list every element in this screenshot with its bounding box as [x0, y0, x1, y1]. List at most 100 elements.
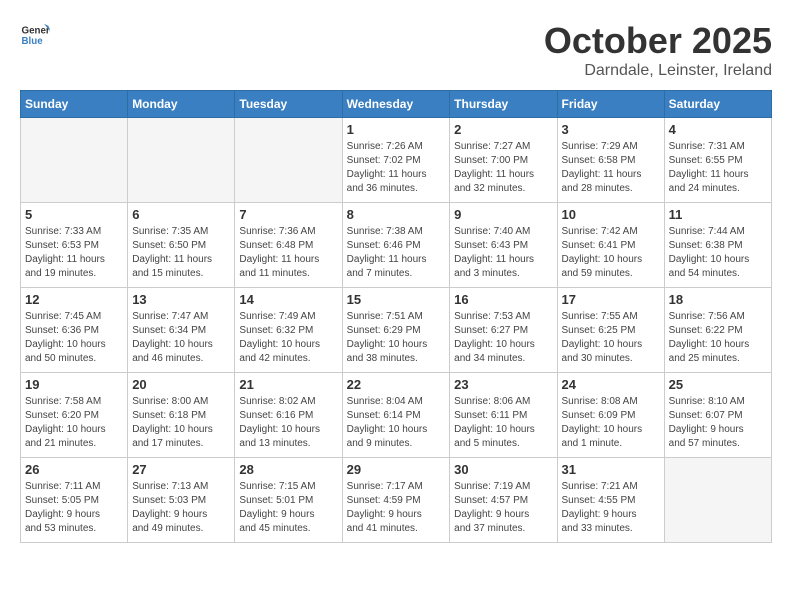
day-number: 14	[239, 292, 337, 307]
day-number: 19	[25, 377, 123, 392]
calendar-cell: 6 Sunrise: 7:35 AM Sunset: 6:50 PM Daylig…	[128, 203, 235, 288]
week-row-3: 12 Sunrise: 7:45 AM Sunset: 6:36 PM Dayli…	[21, 288, 772, 373]
week-row-5: 26 Sunrise: 7:11 AM Sunset: 5:05 PM Dayli…	[21, 458, 772, 543]
calendar-cell: 29Sunrise: 7:17 AM Sunset: 4:59 PM Dayli…	[342, 458, 450, 543]
day-number: 13	[132, 292, 230, 307]
day-number: 9	[454, 207, 552, 222]
day-number: 21	[239, 377, 337, 392]
day-number: 24	[562, 377, 660, 392]
calendar-cell: 30 Sunrise: 7:19 AM Sunset: 4:57 PM Dayli…	[450, 458, 557, 543]
day-number: 7	[239, 207, 337, 222]
weekday-header-wednesday: Wednesday	[342, 91, 450, 118]
day-info: Sunrise: 8:04 AM Sunset: 6:14 PM Dayligh…	[347, 395, 446, 451]
title-section: October 2025 Darndale, Leinster, Ireland	[544, 20, 772, 80]
calendar-cell	[664, 458, 771, 543]
weekday-header-monday: Monday	[128, 91, 235, 118]
calendar-cell: 28 Sunrise: 7:15 AM Sunset: 5:01 PM Dayli…	[235, 458, 342, 543]
day-info: Sunrise: 7:36 AM Sunset: 6:48 PM Dayligh…	[239, 225, 337, 281]
logo-icon: General Blue	[20, 20, 50, 50]
day-info: Sunrise: 7:45 AM Sunset: 6:36 PM Dayligh…	[25, 310, 123, 366]
day-info: Sunrise: 7:19 AM Sunset: 4:57 PM Dayligh…	[454, 480, 552, 536]
weekday-header-row: SundayMondayTuesdayWednesdayThursdayFrid…	[21, 91, 772, 118]
calendar-cell	[128, 118, 235, 203]
calendar-cell: 21 Sunrise: 8:02 AM Sunset: 6:16 PM Dayli…	[235, 373, 342, 458]
day-number: 6	[132, 207, 230, 222]
weekday-header-sunday: Sunday	[21, 91, 128, 118]
day-number: 17	[562, 292, 660, 307]
calendar-cell: 31 Sunrise: 7:21 AM Sunset: 4:55 PM Dayli…	[557, 458, 664, 543]
day-number: 2	[454, 122, 552, 137]
day-info: Sunrise: 7:47 AM Sunset: 6:34 PM Dayligh…	[132, 310, 230, 366]
day-info: Sunrise: 7:51 AM Sunset: 6:29 PM Dayligh…	[347, 310, 446, 366]
weekday-header-tuesday: Tuesday	[235, 91, 342, 118]
logo: General Blue	[20, 20, 50, 50]
calendar-cell: 11Sunrise: 7:44 AM Sunset: 6:38 PM Dayli…	[664, 203, 771, 288]
day-info: Sunrise: 7:11 AM Sunset: 5:05 PM Dayligh…	[25, 480, 123, 536]
calendar-cell: 5Sunrise: 7:33 AM Sunset: 6:53 PM Daylig…	[21, 203, 128, 288]
week-row-4: 19 Sunrise: 7:58 AM Sunset: 6:20 PM Dayli…	[21, 373, 772, 458]
day-info: Sunrise: 7:42 AM Sunset: 6:41 PM Dayligh…	[562, 225, 660, 281]
day-number: 12	[25, 292, 123, 307]
day-number: 22	[347, 377, 446, 392]
calendar-cell: 2 Sunrise: 7:27 AM Sunset: 7:00 PM Daylig…	[450, 118, 557, 203]
day-number: 4	[669, 122, 767, 137]
calendar-cell: 24 Sunrise: 8:08 AM Sunset: 6:09 PM Dayli…	[557, 373, 664, 458]
page-header: General Blue October 2025 Darndale, Lein…	[20, 20, 772, 80]
day-number: 8	[347, 207, 446, 222]
week-row-1: 1Sunrise: 7:26 AM Sunset: 7:02 PM Daylig…	[21, 118, 772, 203]
calendar-cell: 20Sunrise: 8:00 AM Sunset: 6:18 PM Dayli…	[128, 373, 235, 458]
calendar-cell: 13 Sunrise: 7:47 AM Sunset: 6:34 PM Dayli…	[128, 288, 235, 373]
day-number: 3	[562, 122, 660, 137]
calendar-cell	[235, 118, 342, 203]
day-info: Sunrise: 7:49 AM Sunset: 6:32 PM Dayligh…	[239, 310, 337, 366]
day-info: Sunrise: 8:06 AM Sunset: 6:11 PM Dayligh…	[454, 395, 552, 451]
svg-text:General: General	[22, 26, 51, 37]
day-number: 28	[239, 462, 337, 477]
day-info: Sunrise: 7:15 AM Sunset: 5:01 PM Dayligh…	[239, 480, 337, 536]
day-info: Sunrise: 7:13 AM Sunset: 5:03 PM Dayligh…	[132, 480, 230, 536]
day-number: 23	[454, 377, 552, 392]
day-info: Sunrise: 7:31 AM Sunset: 6:55 PM Dayligh…	[669, 140, 767, 196]
day-number: 29	[347, 462, 446, 477]
calendar-cell: 19 Sunrise: 7:58 AM Sunset: 6:20 PM Dayli…	[21, 373, 128, 458]
day-number: 25	[669, 377, 767, 392]
day-info: Sunrise: 7:58 AM Sunset: 6:20 PM Dayligh…	[25, 395, 123, 451]
day-info: Sunrise: 7:56 AM Sunset: 6:22 PM Dayligh…	[669, 310, 767, 366]
calendar-cell: 23 Sunrise: 8:06 AM Sunset: 6:11 PM Dayli…	[450, 373, 557, 458]
day-info: Sunrise: 7:35 AM Sunset: 6:50 PM Dayligh…	[132, 225, 230, 281]
day-number: 31	[562, 462, 660, 477]
day-info: Sunrise: 8:10 AM Sunset: 6:07 PM Dayligh…	[669, 395, 767, 451]
calendar-cell: 25 Sunrise: 8:10 AM Sunset: 6:07 PM Dayli…	[664, 373, 771, 458]
day-info: Sunrise: 7:27 AM Sunset: 7:00 PM Dayligh…	[454, 140, 552, 196]
day-number: 26	[25, 462, 123, 477]
day-info: Sunrise: 7:40 AM Sunset: 6:43 PM Dayligh…	[454, 225, 552, 281]
day-info: Sunrise: 7:38 AM Sunset: 6:46 PM Dayligh…	[347, 225, 446, 281]
day-number: 20	[132, 377, 230, 392]
day-info: Sunrise: 7:21 AM Sunset: 4:55 PM Dayligh…	[562, 480, 660, 536]
day-info: Sunrise: 7:55 AM Sunset: 6:25 PM Dayligh…	[562, 310, 660, 366]
calendar-cell: 8 Sunrise: 7:38 AM Sunset: 6:46 PM Daylig…	[342, 203, 450, 288]
calendar-cell: 3 Sunrise: 7:29 AM Sunset: 6:58 PM Daylig…	[557, 118, 664, 203]
month-title: October 2025	[544, 20, 772, 62]
day-info: Sunrise: 8:08 AM Sunset: 6:09 PM Dayligh…	[562, 395, 660, 451]
calendar-cell	[21, 118, 128, 203]
calendar-cell: 18 Sunrise: 7:56 AM Sunset: 6:22 PM Dayli…	[664, 288, 771, 373]
weekday-header-saturday: Saturday	[664, 91, 771, 118]
calendar-cell: 12 Sunrise: 7:45 AM Sunset: 6:36 PM Dayli…	[21, 288, 128, 373]
calendar-cell: 15Sunrise: 7:51 AM Sunset: 6:29 PM Dayli…	[342, 288, 450, 373]
calendar-cell: 22 Sunrise: 8:04 AM Sunset: 6:14 PM Dayli…	[342, 373, 450, 458]
calendar-cell: 7 Sunrise: 7:36 AM Sunset: 6:48 PM Daylig…	[235, 203, 342, 288]
calendar-cell: 17 Sunrise: 7:55 AM Sunset: 6:25 PM Dayli…	[557, 288, 664, 373]
day-number: 27	[132, 462, 230, 477]
calendar-cell: 27 Sunrise: 7:13 AM Sunset: 5:03 PM Dayli…	[128, 458, 235, 543]
day-number: 18	[669, 292, 767, 307]
day-info: Sunrise: 7:53 AM Sunset: 6:27 PM Dayligh…	[454, 310, 552, 366]
svg-text:Blue: Blue	[22, 36, 44, 47]
day-number: 10	[562, 207, 660, 222]
day-info: Sunrise: 8:02 AM Sunset: 6:16 PM Dayligh…	[239, 395, 337, 451]
calendar-cell: 14 Sunrise: 7:49 AM Sunset: 6:32 PM Dayli…	[235, 288, 342, 373]
day-number: 30	[454, 462, 552, 477]
day-info: Sunrise: 7:29 AM Sunset: 6:58 PM Dayligh…	[562, 140, 660, 196]
day-number: 1	[347, 122, 446, 137]
day-info: Sunrise: 7:33 AM Sunset: 6:53 PM Dayligh…	[25, 225, 123, 281]
